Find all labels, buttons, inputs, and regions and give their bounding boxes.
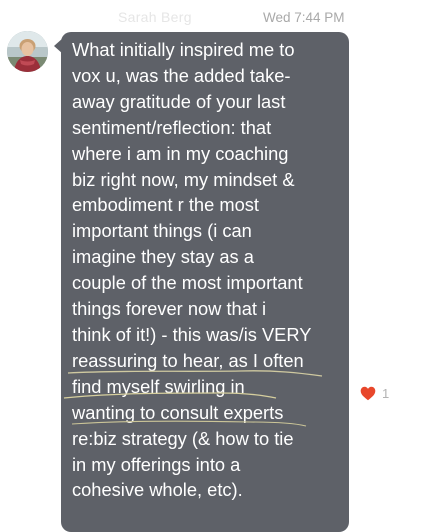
message-line: sentiment/reflection: that xyxy=(72,116,272,138)
message-line: where i am in my coaching xyxy=(72,142,289,164)
message-line: away gratitude of your last xyxy=(72,90,286,112)
sender-name[interactable]: Sarah Berg xyxy=(118,9,192,25)
message-line: in my offerings into a xyxy=(72,453,241,475)
message-line: wanting to consult experts xyxy=(72,401,284,423)
message-line: things forever now that i xyxy=(72,298,267,320)
avatar[interactable] xyxy=(7,31,48,72)
message-line: reassuring to hear, as I often xyxy=(72,349,304,371)
message-line: find myself swirling in xyxy=(72,375,245,397)
reaction-count: 1 xyxy=(382,386,390,401)
message-timestamp: Wed 7:44 PM xyxy=(263,10,345,25)
message-line: cohesive whole, etc). xyxy=(72,479,243,501)
message-line: re:biz strategy (& how to tie xyxy=(72,427,294,449)
message-line: important things (i can xyxy=(72,220,252,242)
heart-icon[interactable] xyxy=(360,386,376,401)
message-text: What initially inspired me to vox u, was… xyxy=(72,37,348,503)
message-line: vox u, was the added take- xyxy=(72,64,291,86)
avatar-photo xyxy=(7,31,48,72)
reaction[interactable]: 1 xyxy=(360,386,389,401)
conversation-header: Sarah Berg Wed 7:44 PM xyxy=(0,0,429,34)
message-line: couple of the most important xyxy=(72,272,303,294)
message-line: biz right now, my mindset & xyxy=(72,168,295,190)
message-line: What initially inspired me to xyxy=(72,39,295,60)
message-line: think of it!) - this was/is VERY xyxy=(72,323,312,345)
message-line: imagine they stay as a xyxy=(72,246,254,268)
message-line: embodiment r the most xyxy=(72,194,259,216)
